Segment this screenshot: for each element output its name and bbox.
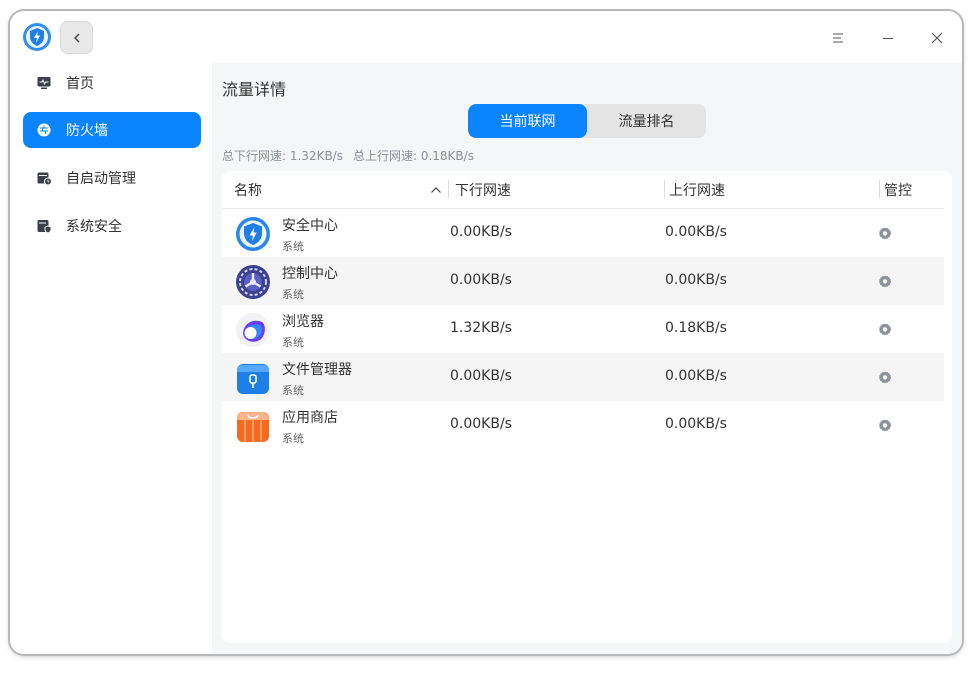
close-button[interactable] xyxy=(922,23,952,53)
app-name: 控制中心 xyxy=(282,266,338,282)
app-type: 系统 xyxy=(282,240,304,253)
total-speed-summary: 总下行网速: 1.32KB/s 总上行网速: 0.18KB/s xyxy=(222,147,484,164)
download-speed: 0.00KB/s xyxy=(450,368,512,384)
sidebar-item-label: 首页 xyxy=(66,76,94,92)
sidebar-item-firewall[interactable]: 防火墙 xyxy=(23,112,201,148)
total-download-speed: 总下行网速: 1.32KB/s xyxy=(222,149,343,163)
minimize-icon xyxy=(883,37,893,40)
menu-icon xyxy=(833,33,843,43)
app-name: 安全中心 xyxy=(282,218,338,234)
sidebar-item-startup[interactable]: 自启动管理 xyxy=(23,160,201,196)
browser-icon xyxy=(235,312,271,348)
view-tabs: 当前联网 流量排名 xyxy=(468,104,706,138)
sidebar-item-system-security[interactable]: 系统安全 xyxy=(23,208,201,244)
column-upload[interactable]: 上行网速 xyxy=(669,180,725,200)
menu-button[interactable] xyxy=(823,23,853,53)
column-divider xyxy=(448,180,449,198)
tab-traffic-ranking[interactable]: 流量排名 xyxy=(587,104,706,138)
traffic-table: 名称 下行网速 上行网速 管控 安全中心 系统 0.00KB/s 0.00KB/… xyxy=(222,171,952,643)
download-speed: 0.00KB/s xyxy=(450,224,512,240)
table-row[interactable]: 控制中心 系统 0.00KB/s 0.00KB/s xyxy=(222,257,944,305)
security-center-icon xyxy=(235,216,271,252)
table-row[interactable]: 浏览器 系统 1.32KB/s 0.18KB/s xyxy=(222,305,944,353)
table-row[interactable]: 安全中心 系统 0.00KB/s 0.00KB/s xyxy=(222,209,944,257)
control-center-icon xyxy=(235,264,271,300)
sidebar-item-label: 防火墙 xyxy=(66,123,108,139)
sort-ascending-icon[interactable] xyxy=(430,186,442,194)
gear-icon[interactable] xyxy=(877,321,893,337)
upload-speed: 0.00KB/s xyxy=(665,272,727,288)
column-divider xyxy=(879,180,880,198)
download-speed: 0.00KB/s xyxy=(450,416,512,432)
firewall-icon xyxy=(36,122,52,138)
minimize-button[interactable] xyxy=(873,23,903,53)
table-header: 名称 下行网速 上行网速 管控 xyxy=(222,171,944,209)
gear-icon[interactable] xyxy=(877,273,893,289)
column-download[interactable]: 下行网速 xyxy=(455,180,511,200)
gear-icon[interactable] xyxy=(877,369,893,385)
tab-current-connections[interactable]: 当前联网 xyxy=(468,104,587,138)
app-type: 系统 xyxy=(282,432,304,445)
column-name[interactable]: 名称 xyxy=(234,180,262,200)
table-row[interactable]: 应用商店 系统 0.00KB/s 0.00KB/s xyxy=(222,401,944,449)
app-store-icon xyxy=(235,408,271,444)
app-name: 文件管理器 xyxy=(282,362,352,378)
download-speed: 1.32KB/s xyxy=(450,320,512,336)
security-center-logo-icon xyxy=(22,22,52,52)
app-type: 系统 xyxy=(282,336,304,349)
file-manager-icon xyxy=(235,360,271,396)
sidebar-item-label: 自启动管理 xyxy=(66,171,136,187)
back-button[interactable] xyxy=(60,21,93,54)
download-speed: 0.00KB/s xyxy=(450,272,512,288)
column-control[interactable]: 管控 xyxy=(884,180,912,200)
page-title: 流量详情 xyxy=(222,80,287,99)
sidebar: 首页 防火墙 自启动管理 系统安全 xyxy=(10,63,212,654)
sidebar-item-label: 系统安全 xyxy=(66,219,122,235)
app-type: 系统 xyxy=(282,288,304,301)
gear-icon[interactable] xyxy=(877,417,893,433)
upload-speed: 0.18KB/s xyxy=(665,320,727,336)
main-content: 流量详情 当前联网 流量排名 总下行网速: 1.32KB/s 总上行网速: 0.1… xyxy=(212,63,962,654)
upload-speed: 0.00KB/s xyxy=(665,368,727,384)
table-row[interactable]: 文件管理器 系统 0.00KB/s 0.00KB/s xyxy=(222,353,944,401)
upload-speed: 0.00KB/s xyxy=(665,224,727,240)
app-name: 浏览器 xyxy=(282,314,324,330)
upload-speed: 0.00KB/s xyxy=(665,416,727,432)
titlebar xyxy=(10,11,962,63)
chevron-left-icon xyxy=(73,33,79,42)
app-type: 系统 xyxy=(282,384,304,397)
system-security-icon xyxy=(36,218,52,234)
total-upload-speed: 总上行网速: 0.18KB/s xyxy=(352,149,474,163)
home-monitor-icon xyxy=(36,75,52,91)
gear-icon[interactable] xyxy=(877,225,893,241)
close-icon xyxy=(931,32,943,44)
sidebar-item-home[interactable]: 首页 xyxy=(23,65,201,101)
startup-icon xyxy=(36,170,52,186)
app-window: 首页 防火墙 自启动管理 系统安全 流量详情 当前联网 流量排名 总下行网速: … xyxy=(10,11,962,654)
app-name: 应用商店 xyxy=(282,410,338,426)
column-divider xyxy=(664,180,665,198)
